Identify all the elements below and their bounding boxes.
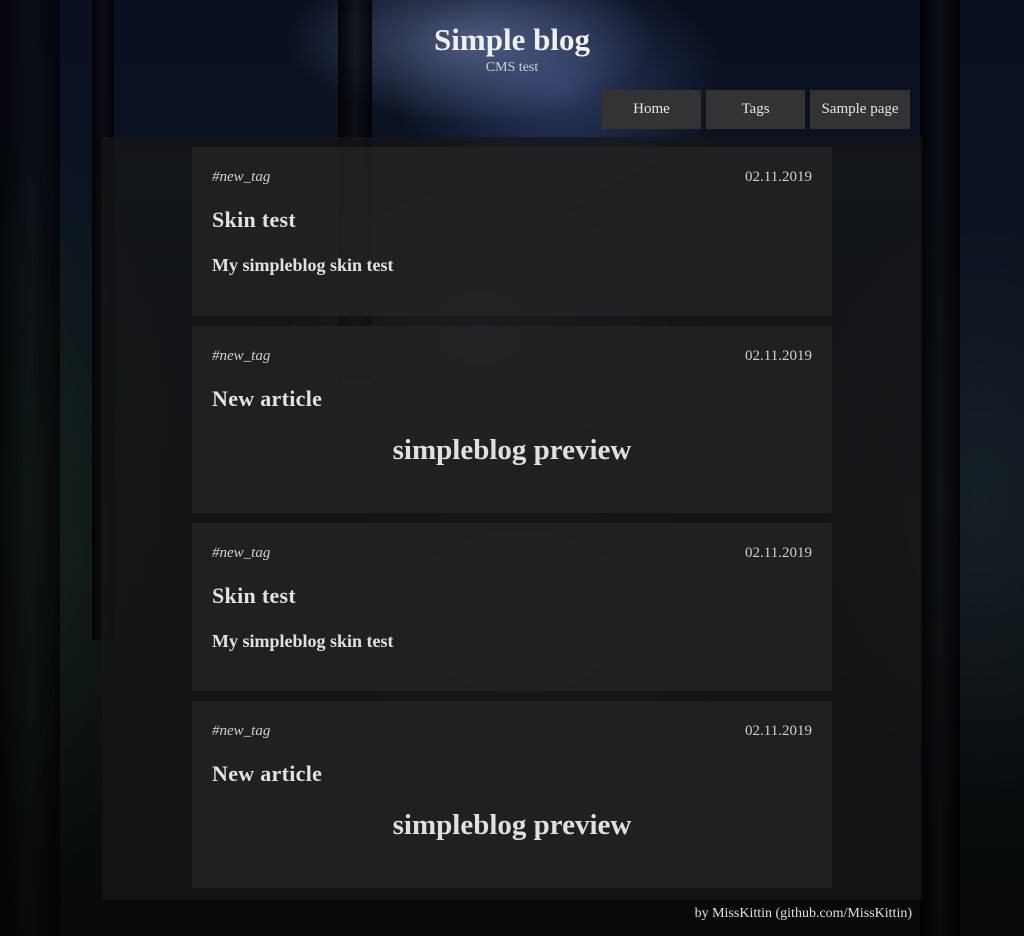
content-panel: #new_tag 02.11.2019 Skin test My simpleb… xyxy=(102,137,922,900)
background-tree xyxy=(920,0,960,936)
nav-tags[interactable]: Tags xyxy=(706,90,805,129)
article-summary: My simpleblog skin test xyxy=(212,255,394,275)
article-tag[interactable]: #new_tag xyxy=(212,348,270,365)
article-title[interactable]: New article xyxy=(212,761,322,787)
article-title[interactable]: Skin test xyxy=(212,207,296,233)
article-tag[interactable]: #new_tag xyxy=(212,545,270,562)
article-tag[interactable]: #new_tag xyxy=(212,723,270,740)
site-header: Simple blog CMS test Home Tags Sample pa… xyxy=(0,0,1024,137)
article-tag[interactable]: #new_tag xyxy=(212,169,270,186)
main-nav: Home Tags Sample page xyxy=(602,90,910,129)
article-card: #new_tag 02.11.2019 New article simplebl… xyxy=(192,701,832,888)
site-subtitle: CMS test xyxy=(485,60,539,75)
article-title[interactable]: Skin test xyxy=(212,583,296,609)
article-preview-heading: simpleblog preview xyxy=(392,434,632,466)
article-date: 02.11.2019 xyxy=(745,545,812,561)
article-date: 02.11.2019 xyxy=(745,169,812,185)
article-title[interactable]: New article xyxy=(212,386,322,412)
article-date: 02.11.2019 xyxy=(745,348,812,364)
article-summary: My simpleblog skin test xyxy=(212,631,394,651)
site-title[interactable]: Simple blog xyxy=(0,22,1024,58)
article-card: #new_tag 02.11.2019 Skin test My simpleb… xyxy=(192,523,832,691)
nav-sample-page[interactable]: Sample page xyxy=(810,90,910,129)
nav-home[interactable]: Home xyxy=(602,90,701,129)
footer-credit[interactable]: by MissKittin (github.com/MissKittin) xyxy=(695,906,912,922)
article-card: #new_tag 02.11.2019 Skin test My simpleb… xyxy=(192,147,832,316)
article-card: #new_tag 02.11.2019 New article simplebl… xyxy=(192,326,832,513)
article-preview-heading: simpleblog preview xyxy=(392,809,632,841)
article-date: 02.11.2019 xyxy=(745,723,812,739)
background-tree xyxy=(0,0,60,936)
